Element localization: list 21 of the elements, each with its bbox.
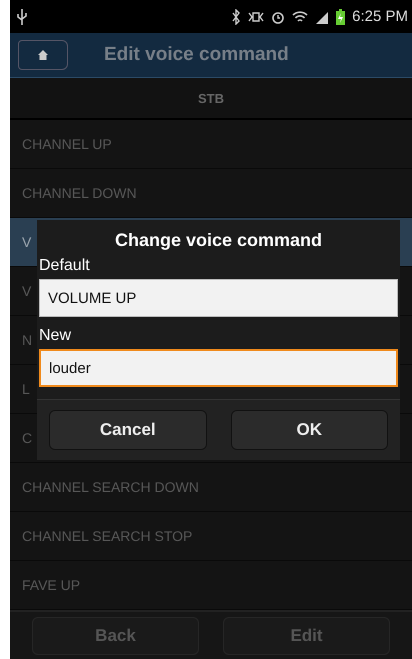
dialog-button[interactable]: OK [230,410,388,450]
dialog-button[interactable]: Cancel [49,410,206,450]
dialog-title: Change voice command [114,229,324,252]
vibrate-icon [248,10,264,24]
screen-title: Edit voice command [104,44,289,66]
input-field[interactable]: louder [39,349,398,387]
field-label: New [38,326,72,346]
home-icon [37,49,49,61]
usb-icon [16,8,28,26]
home-button[interactable] [18,40,68,70]
field-label: Default [38,256,91,276]
signal-icon [315,10,330,24]
status-time: 6:25 PM [352,8,408,25]
footer-button[interactable]: Back [32,616,199,654]
bluetooth-icon [231,8,242,24]
alarm-icon [271,10,286,24]
wifi-icon [292,10,308,24]
input-field[interactable]: VOLUME UP [39,279,398,317]
footer-button[interactable]: Edit [223,616,390,654]
section-label: STB [198,90,224,106]
battery-icon [336,8,346,24]
